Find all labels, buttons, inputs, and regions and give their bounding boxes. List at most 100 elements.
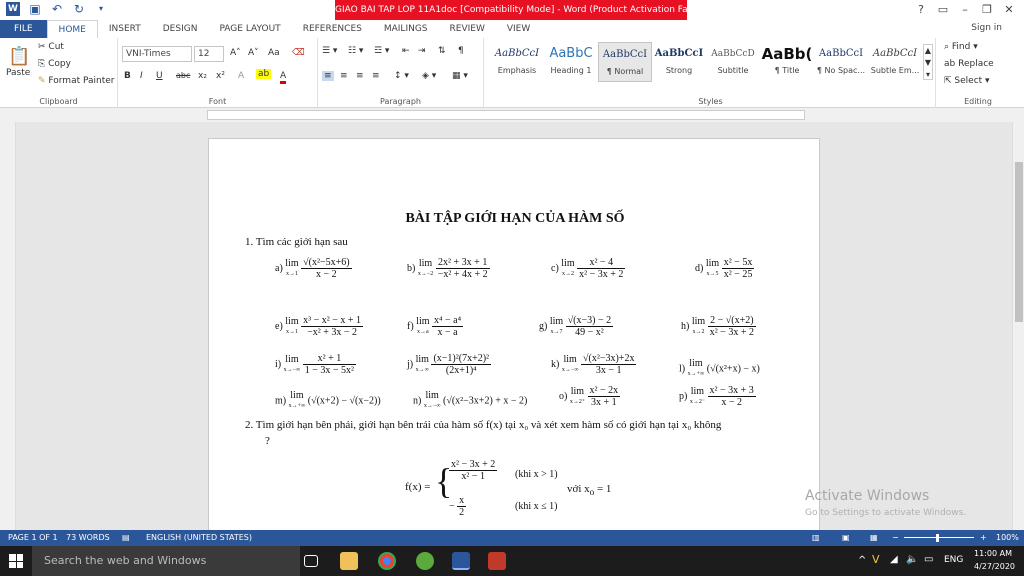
start-button[interactable] — [9, 554, 23, 568]
clock-time[interactable]: 11:00 AM — [974, 549, 1012, 558]
style-normal[interactable]: AaBbCcI ¶ Normal — [598, 42, 652, 82]
format-painter-label: Format Painter — [48, 76, 115, 86]
font-color-icon[interactable]: A — [280, 71, 287, 84]
strikethrough-button[interactable]: abc — [176, 71, 190, 80]
borders-icon[interactable]: ▦ ▾ — [452, 71, 468, 81]
align-right-icon[interactable]: ≡ — [356, 71, 364, 81]
select-button[interactable]: ⇱ Select ▾ — [944, 76, 990, 86]
help-button[interactable]: ? — [910, 0, 932, 20]
clear-format-icon[interactable]: ⌫ — [292, 48, 305, 58]
zoom-in-icon[interactable]: + — [980, 530, 987, 546]
cut-button[interactable]: ✂ Cut — [38, 42, 64, 52]
zoom-thumb[interactable] — [936, 534, 939, 542]
horizontal-ruler[interactable] — [0, 108, 1024, 122]
font-size-select[interactable]: 12 — [194, 46, 224, 62]
maximize-button[interactable]: ❐ — [976, 0, 998, 20]
zoom-out-icon[interactable]: − — [892, 530, 899, 546]
tray-chevron-icon[interactable]: ^ — [858, 555, 866, 566]
close-button[interactable]: ✕ — [998, 0, 1020, 20]
decrease-indent-icon[interactable]: ⇤ — [402, 46, 410, 56]
increase-indent-icon[interactable]: ⇥ — [418, 46, 426, 56]
notification-icon[interactable]: ▭ — [924, 554, 933, 565]
document-page[interactable]: BÀI TẬP GIỚI HẠN CỦA HÀM SỐ 1. Tìm các g… — [208, 138, 820, 530]
taskbar-search[interactable]: Search the web and Windows — [32, 546, 300, 576]
vertical-ruler[interactable] — [0, 122, 16, 530]
word-taskbar-icon[interactable] — [452, 552, 470, 570]
tab-view[interactable]: VIEW — [496, 20, 541, 38]
font-name-select[interactable]: VNI-Times — [122, 46, 192, 62]
proofing-icon[interactable]: ▤ — [122, 530, 130, 546]
style-strong[interactable]: AaBbCcI Strong — [652, 42, 706, 82]
chrome-icon[interactable] — [378, 552, 396, 570]
volume-icon[interactable]: 🔈 — [906, 554, 918, 565]
web-layout-icon[interactable]: ▦ — [870, 530, 878, 546]
bullets-icon[interactable]: ☰ ▾ — [322, 46, 337, 56]
language-status[interactable]: ENGLISH (UNITED STATES) — [146, 530, 252, 546]
style-emphasis[interactable]: AaBbCcI Emphasis — [490, 42, 544, 82]
style-heading-1[interactable]: AaBbC Heading 1 — [544, 42, 598, 82]
tab-design[interactable]: DESIGN — [152, 20, 209, 38]
find-button[interactable]: ⌕ Find ▾ — [944, 42, 978, 52]
multilevel-list-icon[interactable]: ☲ ▾ — [374, 46, 389, 56]
copy-icon: ⎘ — [38, 59, 49, 69]
justify-icon[interactable]: ≡ — [372, 71, 380, 81]
task-view-icon[interactable] — [304, 555, 318, 567]
file-explorer-icon[interactable] — [340, 552, 358, 570]
shrink-font-button[interactable]: A˅ — [248, 48, 259, 58]
redo-icon[interactable]: ↻ — [72, 2, 86, 16]
superscript-button[interactable]: x² — [216, 71, 225, 81]
tab-review[interactable]: REVIEW — [439, 20, 496, 38]
app-icon[interactable] — [416, 552, 434, 570]
tab-insert[interactable]: INSERT — [98, 20, 152, 38]
style-subtitle[interactable]: AaBbCcD Subtitle — [706, 42, 760, 82]
style-no-spacing[interactable]: AaBbCcI ¶ No Spac... — [814, 42, 868, 82]
save-icon[interactable]: ▣ — [28, 2, 42, 16]
minimize-button[interactable]: – — [954, 0, 976, 20]
format-painter-button[interactable]: ✎ Format Painter — [38, 76, 115, 86]
align-left-icon[interactable]: ≡ — [322, 71, 334, 81]
zoom-slider[interactable] — [904, 537, 974, 538]
numbering-icon[interactable]: ☷ ▾ — [348, 46, 363, 56]
align-center-icon[interactable]: ≡ — [340, 71, 348, 81]
tab-page-layout[interactable]: PAGE LAYOUT — [208, 20, 291, 38]
ribbon-display-button[interactable]: ▭ — [932, 0, 954, 20]
subscript-button[interactable]: x₂ — [198, 71, 207, 81]
style-title[interactable]: AaBb(¶ Title — [760, 42, 814, 82]
sign-in-link[interactable]: Sign in — [971, 23, 1002, 33]
sort-icon[interactable]: ⇅ — [438, 46, 446, 56]
scrollbar-thumb[interactable] — [1015, 162, 1023, 322]
read-mode-icon[interactable]: ▥ — [812, 530, 820, 546]
paste-button[interactable]: Paste — [6, 68, 30, 78]
tab-mailings[interactable]: MAILINGS — [373, 20, 439, 38]
style-subtle-emphasis[interactable]: AaBbCcI Subtle Em... — [868, 42, 922, 82]
tab-home[interactable]: HOME — [46, 20, 98, 38]
clock-date[interactable]: 4/27/2020 — [974, 562, 1015, 571]
input-language[interactable]: ENG — [944, 555, 963, 565]
app-red-icon[interactable] — [488, 552, 506, 570]
text-effects-icon[interactable]: A — [238, 71, 244, 81]
zoom-level[interactable]: 100% — [996, 530, 1019, 546]
print-layout-icon[interactable]: ▣ — [842, 530, 850, 546]
pilcrow-icon[interactable]: ¶ — [458, 46, 464, 56]
bold-button[interactable]: B — [124, 71, 131, 81]
network-icon[interactable]: ◢ — [890, 554, 898, 565]
customize-qat-icon[interactable]: ▾ — [94, 2, 108, 16]
replace-button[interactable]: ab Replace — [944, 59, 994, 69]
line-spacing-icon[interactable]: ↕ ▾ — [394, 71, 409, 81]
tab-references[interactable]: REFERENCES — [292, 20, 373, 38]
undo-icon[interactable]: ↶ — [50, 2, 64, 16]
copy-button[interactable]: ⎘ Copy — [38, 59, 71, 69]
italic-button[interactable]: I — [140, 71, 143, 81]
grow-font-button[interactable]: A˄ — [230, 48, 241, 58]
tab-file[interactable]: FILE — [0, 20, 47, 38]
underline-button[interactable]: U — [156, 71, 163, 81]
page-count[interactable]: PAGE 1 OF 1 — [8, 530, 58, 546]
tray-app-icon[interactable]: V — [872, 553, 880, 566]
highlight-icon[interactable]: ab — [256, 69, 272, 79]
paste-icon[interactable]: 📋 — [8, 46, 30, 67]
change-case-button[interactable]: Aa — [268, 48, 280, 58]
word-count[interactable]: 73 WORDS — [66, 530, 110, 546]
styles-scroll-icon[interactable]: ▲ ▼ ▾ — [923, 44, 933, 80]
vertical-scrollbar[interactable] — [1012, 122, 1024, 530]
shading-icon[interactable]: ◈ ▾ — [422, 71, 436, 81]
